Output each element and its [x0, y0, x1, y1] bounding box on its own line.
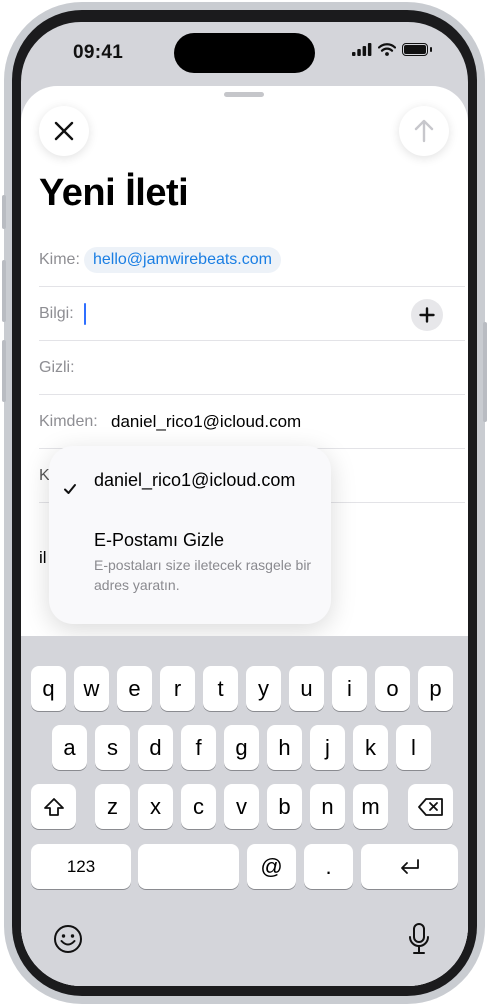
key-a[interactable]: a [52, 725, 87, 770]
dot-key[interactable]: . [304, 844, 353, 889]
space-key[interactable] [138, 844, 239, 889]
from-account-menu: daniel_rico1@icloud.com E-Postamı Gizle … [49, 446, 331, 624]
key-b[interactable]: b [267, 784, 302, 829]
sheet-grabber[interactable] [224, 92, 264, 97]
key-l[interactable]: l [396, 725, 431, 770]
key-d[interactable]: d [138, 725, 173, 770]
delete-icon [417, 797, 443, 816]
key-s[interactable]: s [95, 725, 130, 770]
dictation-button[interactable] [407, 922, 431, 956]
from-field[interactable]: Kimden: daniel_rico1@icloud.com [39, 395, 465, 449]
plus-icon [419, 307, 435, 323]
signal-icon [352, 43, 372, 56]
keyboard: q w e r t y u i o p a s d f g h j k l z … [21, 636, 468, 986]
menu-item-account-label: daniel_rico1@icloud.com [94, 470, 296, 490]
bcc-label: Gizli: [39, 359, 75, 376]
key-h[interactable]: h [267, 725, 302, 770]
battery-icon [402, 43, 428, 56]
to-field[interactable]: Kime: hello@jamwirebeats.com [39, 233, 465, 287]
send-button[interactable] [399, 106, 449, 156]
key-j[interactable]: j [310, 725, 345, 770]
delete-key[interactable] [408, 784, 453, 829]
key-v[interactable]: v [224, 784, 259, 829]
close-button[interactable] [39, 106, 89, 156]
key-i[interactable]: i [332, 666, 367, 711]
side-button [483, 322, 487, 422]
shift-key[interactable] [31, 784, 76, 829]
key-y[interactable]: y [246, 666, 281, 711]
microphone-icon [409, 923, 429, 954]
body-text-peek: il [39, 548, 47, 567]
volume-button [2, 340, 6, 402]
key-e[interactable]: e [117, 666, 152, 711]
return-icon [400, 858, 419, 874]
key-u[interactable]: u [289, 666, 324, 711]
from-label: Kimden: [39, 413, 98, 430]
volume-button [2, 195, 6, 229]
status-time: 09:41 [73, 42, 124, 63]
to-label: Kime: [39, 251, 80, 268]
recipient-chip[interactable]: hello@jamwirebeats.com [84, 247, 281, 273]
menu-item-hide-title: E-Postamı Gizle [94, 530, 225, 550]
menu-item-hide-subtitle: E-postaları size iletecek rasgele bir ad… [94, 557, 312, 593]
key-p[interactable]: p [418, 666, 453, 711]
dynamic-island [174, 33, 315, 73]
emoji-button[interactable] [53, 924, 83, 954]
volume-button [2, 260, 6, 322]
shift-icon [43, 797, 64, 816]
numbers-key[interactable]: 123 [31, 844, 131, 889]
checkmark-icon [64, 484, 76, 494]
send-arrow-icon [414, 119, 434, 143]
wifi-icon [378, 43, 396, 56]
key-o[interactable]: o [375, 666, 410, 711]
key-w[interactable]: w [74, 666, 109, 711]
bcc-field[interactable]: Gizli: [39, 341, 465, 395]
key-f[interactable]: f [181, 725, 216, 770]
key-q[interactable]: q [31, 666, 66, 711]
return-key[interactable] [361, 844, 458, 889]
status-icons [352, 43, 432, 56]
cc-field[interactable]: Bilgi: [39, 287, 465, 341]
close-icon [54, 121, 74, 141]
at-key[interactable]: @ [247, 844, 296, 889]
key-k[interactable]: k [353, 725, 388, 770]
key-g[interactable]: g [224, 725, 259, 770]
key-c[interactable]: c [181, 784, 216, 829]
add-contact-button[interactable] [411, 299, 443, 331]
key-m[interactable]: m [353, 784, 388, 829]
key-z[interactable]: z [95, 784, 130, 829]
from-value[interactable]: daniel_rico1@icloud.com [111, 395, 301, 449]
page-title: Yeni İleti [39, 172, 189, 214]
text-cursor [84, 303, 86, 325]
key-n[interactable]: n [310, 784, 345, 829]
key-r[interactable]: r [160, 666, 195, 711]
screen: 09:41 Yeni İleti Kime: hello@jamwirebeat… [21, 22, 468, 986]
cc-label: Bilgi: [39, 305, 74, 322]
key-x[interactable]: x [138, 784, 173, 829]
key-t[interactable]: t [203, 666, 238, 711]
battery-cap [430, 47, 432, 52]
emoji-icon [54, 925, 82, 953]
